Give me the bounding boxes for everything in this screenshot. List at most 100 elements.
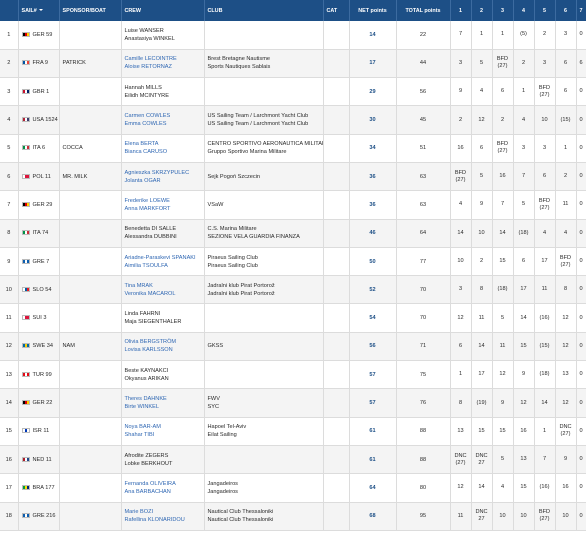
table-row[interactable]: 10 SLO 54 Tina MRAK Veronika MACAROL Jadraln… xyxy=(0,275,586,305)
table-row[interactable]: 14 GER 22 Theres DAHNKE Birte WINKEL FWV SYC 5… xyxy=(0,388,586,418)
race-score: 6 xyxy=(500,88,505,95)
race-score: (19) xyxy=(476,399,487,406)
race-6-cell: 1 xyxy=(555,134,577,163)
crew-member-link[interactable]: Shahar TIBI xyxy=(125,431,201,439)
total-points-cell: 70 xyxy=(396,303,451,333)
header-rank[interactable] xyxy=(0,0,19,21)
table-row[interactable]: 2 FRA 9 PATRICK Camille LECOINTRE Aloise RET… xyxy=(0,49,586,79)
race-5-cell: BFD (27) xyxy=(534,77,556,107)
crew-member-link[interactable]: Ana BARBACHAN xyxy=(125,488,201,496)
race-1-cell: 10 xyxy=(450,247,472,277)
table-row[interactable]: 18 GRE 216 Marie BOZI Rafellina KLONARIDOU N… xyxy=(0,502,586,531)
race-score: 6 xyxy=(542,173,547,180)
race-1-cell: DNC (27) xyxy=(450,445,472,475)
header-total-points[interactable]: TOTAL points xyxy=(396,0,451,21)
race-1-cell: 12 xyxy=(450,473,472,503)
race-score: (16) xyxy=(539,484,550,491)
crew-member-link[interactable]: Carmen COWLES xyxy=(125,112,201,120)
race-6-cell: 8 xyxy=(555,275,577,305)
crew-cell: Frederike LOEWE Anna MARKFORT xyxy=(121,190,205,220)
header-race-7[interactable]: 7 xyxy=(576,0,586,21)
header-race-2[interactable]: 2 xyxy=(471,0,493,21)
crew-member-link[interactable]: Marie BOZI xyxy=(125,508,201,516)
crew-member-link[interactable]: Tina MRAK xyxy=(125,282,201,290)
header-race-5[interactable]: 5 xyxy=(534,0,556,21)
crew-member-link[interactable]: Theres DAHNKE xyxy=(125,395,201,403)
race-5-cell: 6 xyxy=(534,162,556,192)
table-row[interactable]: 1 GER 59 Luise WANSER Anastasiya WINKEL 14 22… xyxy=(0,21,586,50)
crew-member-link[interactable]: Emma COWLES xyxy=(125,120,201,128)
header-race-4[interactable]: 4 xyxy=(513,0,535,21)
crew-member-link[interactable]: Birte WINKEL xyxy=(125,403,201,411)
crew-member-link[interactable]: Rafellina KLONARIDOU xyxy=(125,516,201,524)
cat-cell xyxy=(323,502,350,531)
race-7-cell: 0 xyxy=(576,219,586,248)
table-row[interactable]: 6 POL 11 MR. MILK Agnieszka SKRZYPULEC Jolan… xyxy=(0,162,586,192)
crew-member-link[interactable]: Elena BERTA xyxy=(125,140,201,148)
sponsor-cell xyxy=(59,190,122,220)
race-score: (18) xyxy=(497,286,508,293)
club-cell: Nautical Club Thessaloniki Nautical Club … xyxy=(204,502,324,531)
sail-cell: GRE 216 xyxy=(18,502,60,531)
race-7-cell: 0 xyxy=(576,360,586,390)
header-race-1[interactable]: 1 xyxy=(450,0,472,21)
header-net-points[interactable]: NET points xyxy=(349,0,397,21)
table-row[interactable]: 12 SWE 34 NAM Olivia BERGSTRÖM Lovisa KARLSS… xyxy=(0,332,586,362)
table-row[interactable]: 17 BRA 177 Fernanda OLIVEIRA Ana BARBACHAN J… xyxy=(0,473,586,503)
crew-cell: Olivia BERGSTRÖM Lovisa KARLSSON xyxy=(121,332,205,362)
table-row[interactable]: 8 ITA 74 Benedetta DI SALLE Alessandra DUBB… xyxy=(0,219,586,248)
race-7-cell: 0 xyxy=(576,303,586,333)
net-points-cell: 61 xyxy=(349,445,397,475)
race-7-cell: 6 xyxy=(576,49,586,79)
race-6-cell: 12 xyxy=(555,388,577,418)
table-row[interactable]: 11 SUI 3 Linda FAHRNI Maja SIEGENTHALER 54 70… xyxy=(0,303,586,333)
race-score: 11 xyxy=(457,512,464,519)
header-race-3[interactable]: 3 xyxy=(492,0,514,21)
race-6-cell: 9 xyxy=(555,445,577,475)
crew-member-link[interactable]: Agnieszka SKRZYPULEC xyxy=(125,169,201,177)
crew-member-link[interactable]: Lovisa KARLSSON xyxy=(125,346,201,354)
race-score: 3 xyxy=(458,286,463,293)
crew-member-link[interactable]: Noya BAR-AM xyxy=(125,423,201,431)
sail-number: GER 29 xyxy=(32,201,53,208)
table-row[interactable]: 3 GBR 1 Hannah MILLS Eilidh MCINTYRE 29 56 9 4 6… xyxy=(0,77,586,107)
race-score: 13 xyxy=(562,371,569,378)
header-crew[interactable]: CREW xyxy=(121,0,205,21)
race-3-cell: 7 xyxy=(492,190,514,220)
race-score: (5) xyxy=(520,31,527,38)
header-sponsor[interactable]: SPONSOR/BOAT xyxy=(59,0,122,21)
race-score: (27) xyxy=(539,91,550,98)
crew-member-link[interactable]: Olivia BERGSTRÖM xyxy=(125,338,201,346)
crew-member-link[interactable]: Frederike LOEWE xyxy=(125,197,201,205)
header-cat[interactable]: CAT xyxy=(323,0,350,21)
table-row[interactable]: 13 TUR 99 Beste KAYNAKCI Okyanus ARIKAN 57 75… xyxy=(0,360,586,390)
table-row[interactable]: 16 NED 11 Afrodite ZEGERS Lobke BERKHOUT 61 8… xyxy=(0,445,586,475)
header-sail[interactable]: SAIL# xyxy=(18,0,60,21)
crew-member-link[interactable]: Jolanta OGAR xyxy=(125,177,201,185)
race-1-cell: 7 xyxy=(450,21,472,50)
header-club[interactable]: CLUB xyxy=(204,0,324,21)
crew-member-link[interactable]: Veronika MACAROL xyxy=(125,290,201,298)
race-2-cell: DNC 27 xyxy=(471,445,493,475)
rank-cell: 8 xyxy=(0,219,19,248)
crew-member-link[interactable]: Camille LECOINTRE xyxy=(125,55,201,63)
crew-member-link[interactable]: Aloise RETORNAZ xyxy=(125,63,201,71)
crew-member-link[interactable]: Ariadne-Paraskevi SPANAKI xyxy=(125,254,201,262)
race-score: 17 xyxy=(541,258,548,265)
crew-member-link[interactable]: Aimilia TSOULFA xyxy=(125,262,201,270)
crew-member-link[interactable]: Bianca CARUSO xyxy=(125,148,201,156)
table-row[interactable]: 15 ISR 11 Noya BAR-AM Shahar TIBI Hapoel Tel… xyxy=(0,417,586,446)
crew-member-link[interactable]: Anna MARKFORT xyxy=(125,205,201,213)
header-sail-label: SAIL# xyxy=(21,7,37,14)
header-race-6[interactable]: 6 xyxy=(555,0,577,21)
table-row[interactable]: 9 GRE 7 Ariadne-Paraskevi SPANAKI Aimilia T… xyxy=(0,247,586,277)
crew-member: Afrodite ZEGERS xyxy=(124,452,169,459)
club-name: Nautical Club Thessaloniki xyxy=(207,517,274,524)
table-row[interactable]: 7 GER 29 Frederike LOEWE Anna MARKFORT VSaW 3… xyxy=(0,190,586,220)
total-points-cell: 22 xyxy=(396,21,451,50)
table-row[interactable]: 4 USA 1524 Carmen COWLES Emma COWLES US Sail… xyxy=(0,105,586,135)
crew-member-link[interactable]: Fernanda OLIVEIRA xyxy=(125,480,201,488)
net-points-cell: 36 xyxy=(349,190,397,220)
table-row[interactable]: 5 ITA 6 COCCA Elena BERTA Bianca CARUSO CENTR… xyxy=(0,134,586,163)
race-score: 10 xyxy=(541,116,548,123)
